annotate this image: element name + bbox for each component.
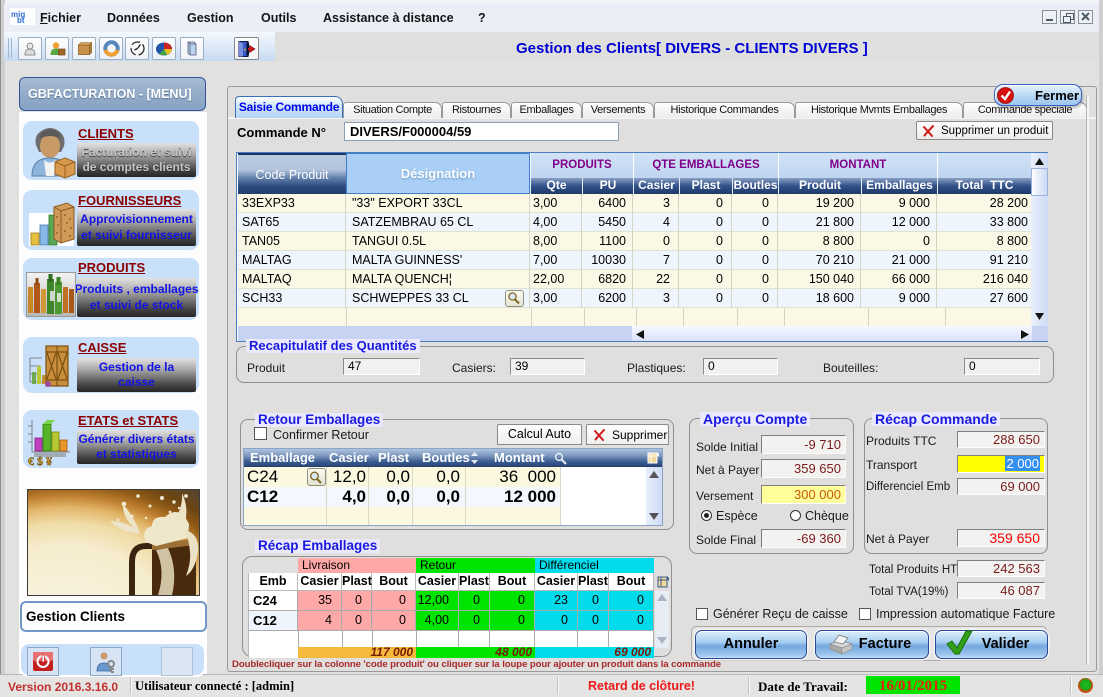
svg-text:bt: bt (17, 16, 25, 25)
svg-text:€ $ ¥: € $ ¥ (28, 454, 52, 466)
